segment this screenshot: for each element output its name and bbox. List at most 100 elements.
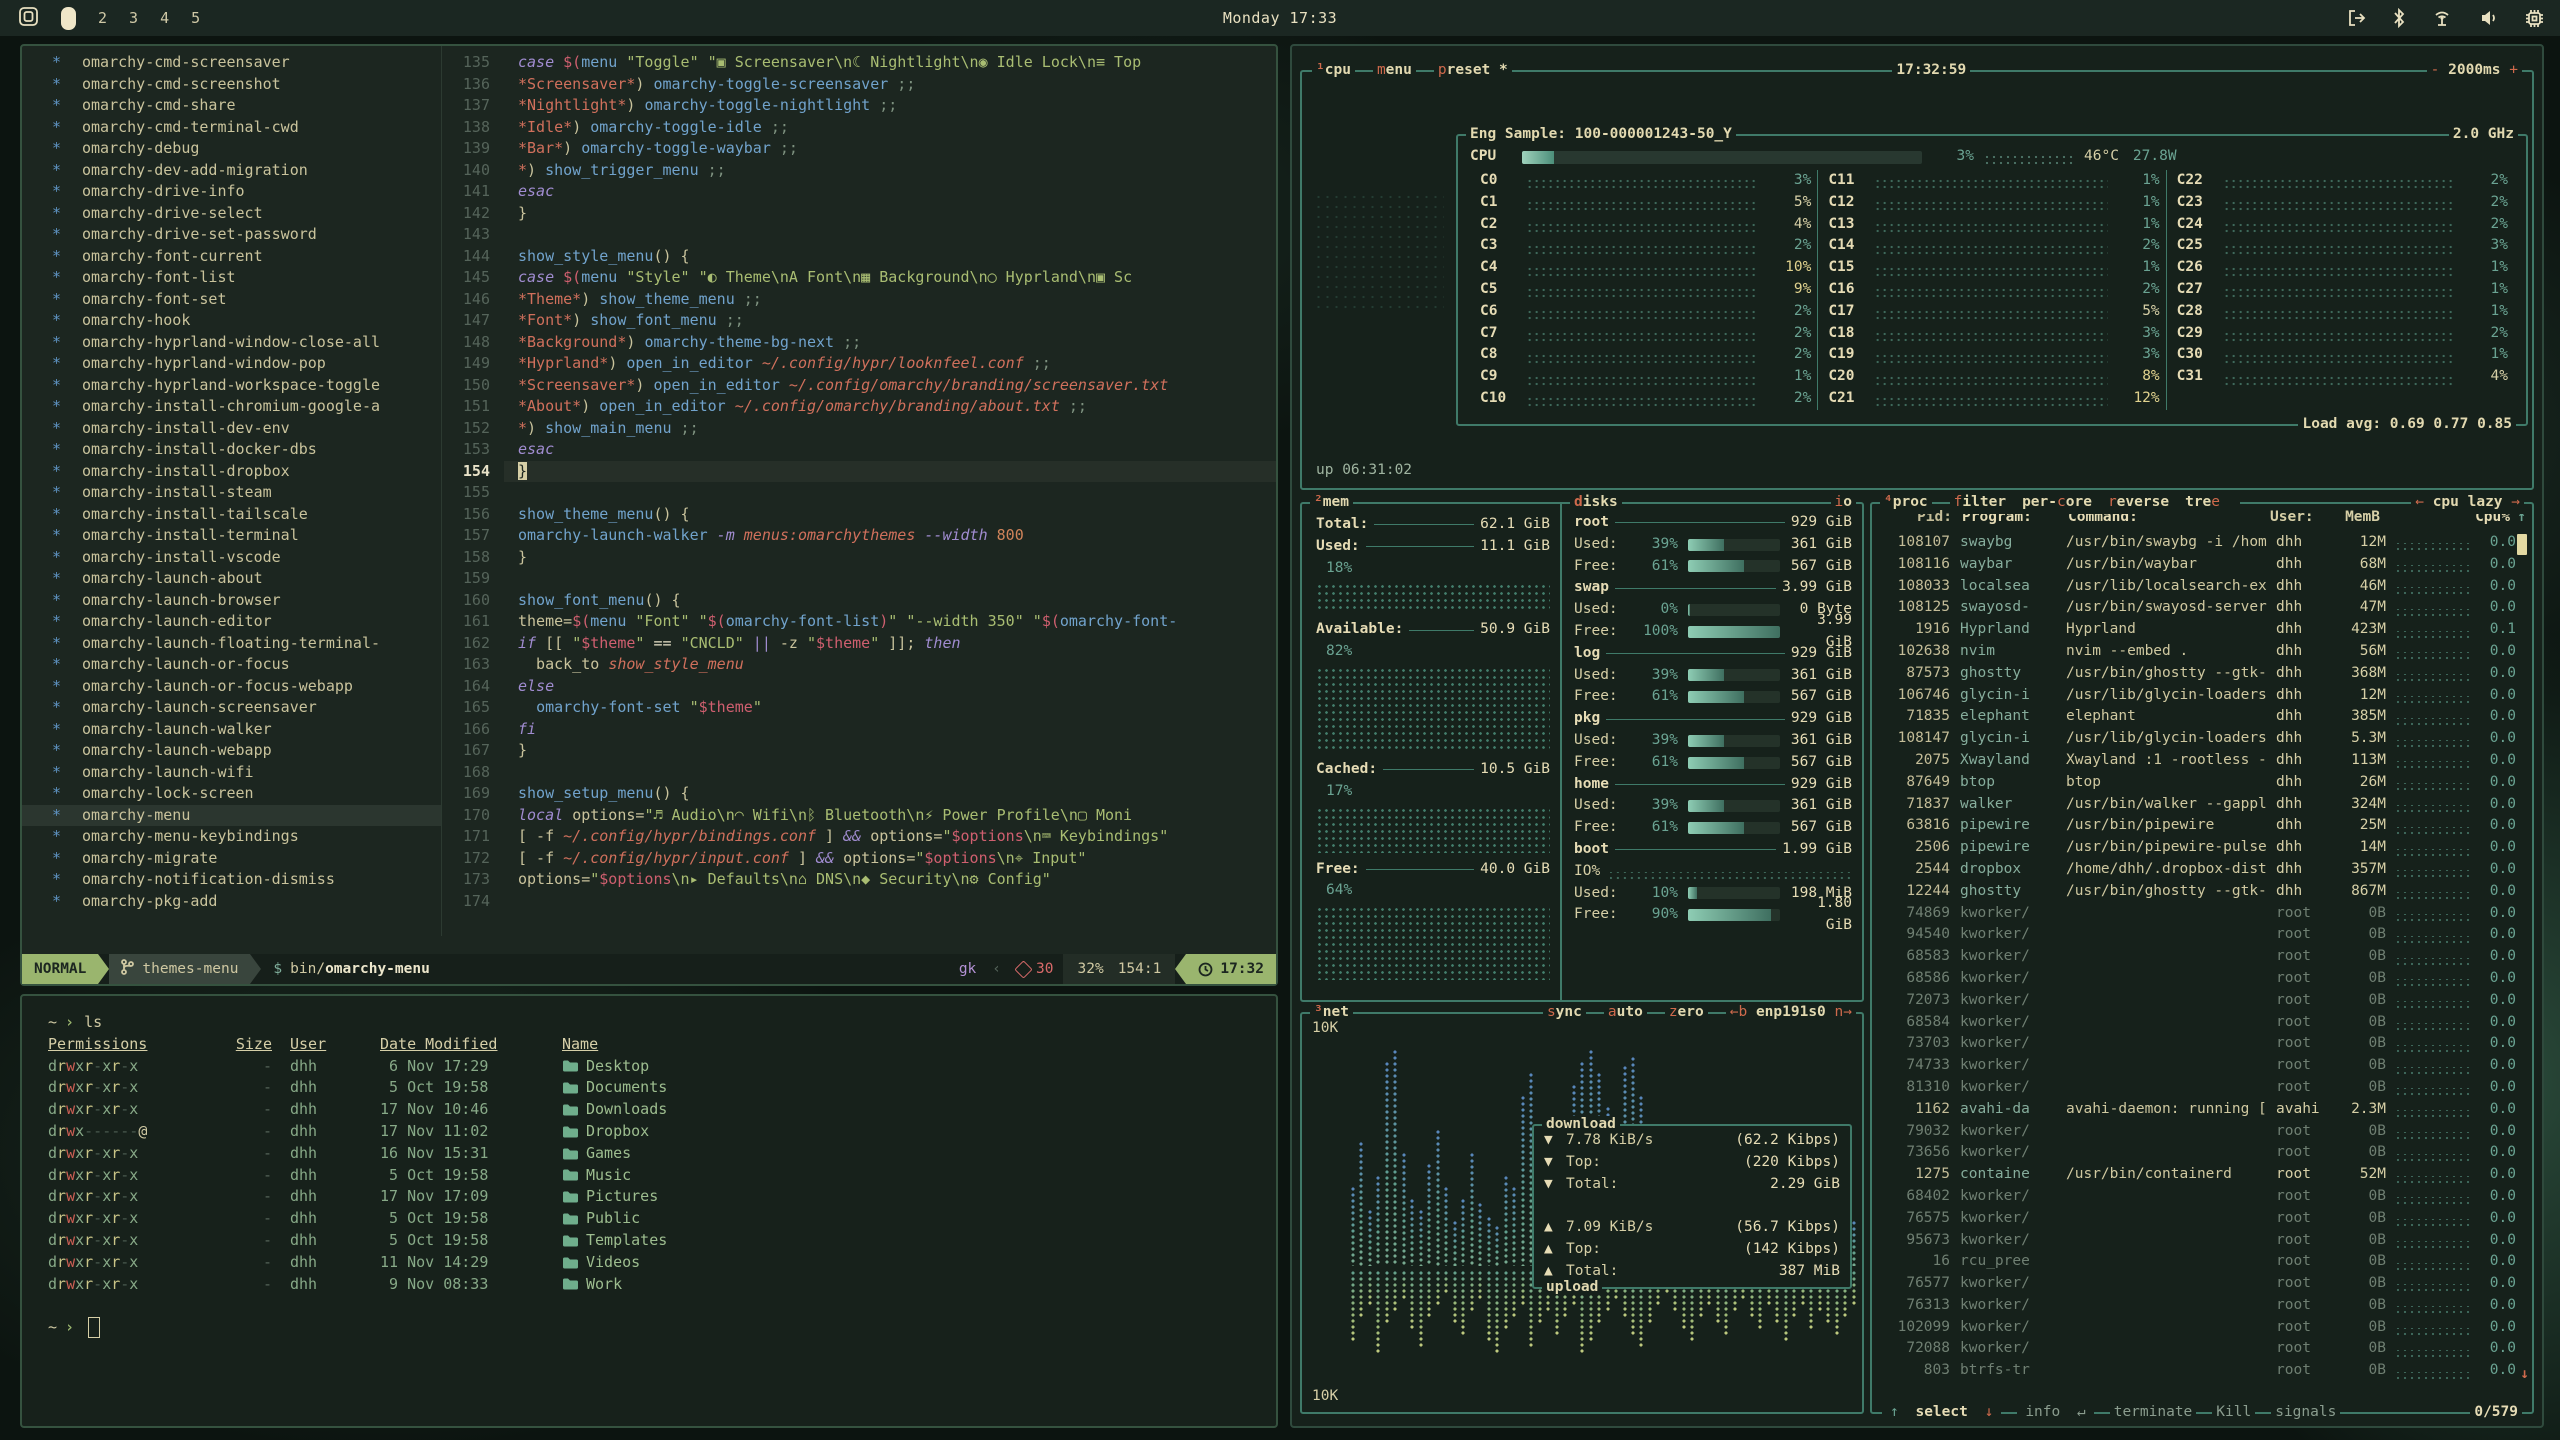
- proc-row[interactable]: 102099kworker/root0B0.0: [1876, 1317, 2516, 1339]
- proc-row[interactable]: 76575kworker/root0B0.0: [1876, 1208, 2516, 1230]
- volume-icon[interactable]: [2479, 9, 2499, 27]
- info-key[interactable]: info ↵: [2017, 1402, 2093, 1424]
- proc-row[interactable]: 63816pipewire/usr/bin/pipewiredhh25M0.0: [1876, 815, 2516, 837]
- file-list-item[interactable]: *omarchy-menu: [22, 805, 441, 827]
- proc-row[interactable]: 108116waybar/usr/bin/waybardhh68M0.0: [1876, 554, 2516, 576]
- file-list-item[interactable]: *omarchy-launch-or-focus-webapp: [22, 676, 441, 698]
- file-list-item[interactable]: *omarchy-font-current: [22, 246, 441, 268]
- proc-row[interactable]: 79032kworker/root0B0.0: [1876, 1121, 2516, 1143]
- proc-row[interactable]: 1162avahi-daavahi-daemon: running [avahi…: [1876, 1099, 2516, 1121]
- proc-row[interactable]: 72088kworker/root0B0.0: [1876, 1338, 2516, 1360]
- file-list-item[interactable]: *omarchy-launch-floating-terminal-: [22, 633, 441, 655]
- file-list-item[interactable]: *omarchy-launch-editor: [22, 611, 441, 633]
- file-list-item[interactable]: *omarchy-cmd-screensaver: [22, 52, 441, 74]
- btop-preset-button[interactable]: preset *: [1434, 60, 1512, 82]
- kill-key[interactable]: Kill: [2212, 1402, 2255, 1424]
- signals-key[interactable]: signals: [2271, 1402, 2340, 1424]
- disks-title[interactable]: disks: [1570, 492, 1622, 514]
- file-list-item[interactable]: *omarchy-drive-set-password: [22, 224, 441, 246]
- proc-row[interactable]: 81310kworker/root0B0.0: [1876, 1077, 2516, 1099]
- proc-row[interactable]: 68584kworker/root0B0.0: [1876, 1012, 2516, 1034]
- file-list-item[interactable]: *omarchy-hook: [22, 310, 441, 332]
- file-list-item[interactable]: *omarchy-launch-screensaver: [22, 697, 441, 719]
- bluetooth-icon[interactable]: [2393, 8, 2405, 28]
- proc-tabs[interactable]: filterper-corereversetree: [1950, 492, 2240, 514]
- cpu-box-title[interactable]: ¹cpu: [1312, 60, 1355, 82]
- proc-row[interactable]: 1275containe/usr/bin/containerdroot52M0.…: [1876, 1164, 2516, 1186]
- proc-box-title[interactable]: ⁴proc: [1880, 492, 1932, 514]
- file-list-item[interactable]: *omarchy-lock-screen: [22, 783, 441, 805]
- file-list-item[interactable]: *omarchy-dev-add-migration: [22, 160, 441, 182]
- process-list[interactable]: 108107swaybg/usr/bin/swaybg -i /homdhh12…: [1876, 532, 2516, 1388]
- file-list-item[interactable]: *omarchy-install-vscode: [22, 547, 441, 569]
- proc-scrollbar-thumb[interactable]: [2517, 534, 2527, 555]
- proc-row[interactable]: 1916HyprlandHyprlanddhh423M0.1: [1876, 619, 2516, 641]
- proc-row[interactable]: 95673kworker/root0B0.0: [1876, 1230, 2516, 1252]
- code-pane[interactable]: case $(menu "Toggle" "▣ Screensaver\n☾ N…: [504, 46, 1276, 936]
- file-list-item[interactable]: *omarchy-launch-wifi: [22, 762, 441, 784]
- proc-row[interactable]: 12244ghostty/usr/bin/ghostty --gtk-dhh86…: [1876, 881, 2516, 903]
- file-list-item[interactable]: *omarchy-cmd-screenshot: [22, 74, 441, 96]
- proc-row[interactable]: 16rcu_preeroot0B0.0: [1876, 1251, 2516, 1273]
- file-list-item[interactable]: *omarchy-pkg-add: [22, 891, 441, 913]
- proc-row[interactable]: 68586kworker/root0B0.0: [1876, 968, 2516, 990]
- proc-row[interactable]: 102638nvimnvim --embed .dhh56M0.0: [1876, 641, 2516, 663]
- file-list-item[interactable]: *omarchy-migrate: [22, 848, 441, 870]
- terminate-key[interactable]: terminate: [2110, 1402, 2197, 1424]
- file-list-item[interactable]: *omarchy-debug: [22, 138, 441, 160]
- file-list-item[interactable]: *omarchy-launch-about: [22, 568, 441, 590]
- file-list-item[interactable]: *omarchy-cmd-terminal-cwd: [22, 117, 441, 139]
- shell-prompt-line[interactable]: ~›: [48, 1317, 1276, 1339]
- file-list-item[interactable]: *omarchy-install-chromium-google-a: [22, 396, 441, 418]
- file-list-item[interactable]: *omarchy-launch-walker: [22, 719, 441, 741]
- terminal-window[interactable]: ~›ls Permissions Size User Date Modified…: [20, 994, 1278, 1428]
- file-list-item[interactable]: *omarchy-launch-browser: [22, 590, 441, 612]
- proc-row[interactable]: 74869kworker/root0B0.0: [1876, 903, 2516, 925]
- proc-row[interactable]: 76577kworker/root0B0.0: [1876, 1273, 2516, 1295]
- proc-row[interactable]: 106746glycin-i/usr/lib/glycin-loadersdhh…: [1876, 685, 2516, 707]
- proc-row[interactable]: 803btrfs-trroot0B0.0: [1876, 1360, 2516, 1382]
- file-list-item[interactable]: *omarchy-menu-keybindings: [22, 826, 441, 848]
- proc-row[interactable]: 68402kworker/root0B0.0: [1876, 1186, 2516, 1208]
- btop-menu-button[interactable]: menu: [1373, 60, 1416, 82]
- proc-row[interactable]: 73656kworker/root0B0.0: [1876, 1142, 2516, 1164]
- file-list-item[interactable]: *omarchy-install-dropbox: [22, 461, 441, 483]
- file-list-item[interactable]: *omarchy-drive-select: [22, 203, 441, 225]
- proc-row[interactable]: 108107swaybg/usr/bin/swaybg -i /homdhh12…: [1876, 532, 2516, 554]
- proc-row[interactable]: 87649btopbtopdhh26M0.0: [1876, 772, 2516, 794]
- proc-row[interactable]: 2075XwaylandXwayland :1 -rootless -dhh11…: [1876, 750, 2516, 772]
- proc-row[interactable]: 108147glycin-i/usr/lib/glycin-loadersdhh…: [1876, 728, 2516, 750]
- file-list-item[interactable]: *omarchy-font-set: [22, 289, 441, 311]
- file-list-item[interactable]: *omarchy-font-list: [22, 267, 441, 289]
- select-keys[interactable]: ↑ select ↓: [1882, 1402, 2001, 1424]
- file-list-item[interactable]: *omarchy-cmd-share: [22, 95, 441, 117]
- file-list-item[interactable]: *omarchy-hyprland-window-close-all: [22, 332, 441, 354]
- file-list-item[interactable]: *omarchy-install-tailscale: [22, 504, 441, 526]
- proc-row[interactable]: 76313kworker/root0B0.0: [1876, 1295, 2516, 1317]
- file-list-item[interactable]: *omarchy-launch-or-focus: [22, 654, 441, 676]
- proc-row[interactable]: 71835elephantelephantdhh385M0.0: [1876, 706, 2516, 728]
- proc-row[interactable]: 74733kworker/root0B0.0: [1876, 1055, 2516, 1077]
- file-list-item[interactable]: *omarchy-drive-info: [22, 181, 441, 203]
- proc-row[interactable]: 73703kworker/root0B0.0: [1876, 1033, 2516, 1055]
- proc-row[interactable]: 2544dropbox/home/dhh/.dropbox-distdhh357…: [1876, 859, 2516, 881]
- proc-row[interactable]: 2506pipewire/usr/bin/pipewire-pulsedhh14…: [1876, 837, 2516, 859]
- proc-row[interactable]: 87573ghostty/usr/bin/ghostty --gtk-dhh36…: [1876, 663, 2516, 685]
- logout-icon[interactable]: [2347, 9, 2367, 27]
- network-icon[interactable]: [2431, 9, 2453, 27]
- cpu-chip-icon[interactable]: [2525, 9, 2544, 28]
- update-interval-control[interactable]: - 2000ms +: [2427, 60, 2522, 82]
- proc-row[interactable]: 72073kworker/root0B0.0: [1876, 990, 2516, 1012]
- proc-row[interactable]: 94540kworker/root0B0.0: [1876, 924, 2516, 946]
- proc-row[interactable]: 108033localsea/usr/lib/localsearch-exdhh…: [1876, 576, 2516, 598]
- file-list-pane[interactable]: *omarchy-cmd-screensaver*omarchy-cmd-scr…: [22, 46, 442, 936]
- proc-row[interactable]: 108125swayosd-/usr/bin/swayosd-serverdhh…: [1876, 597, 2516, 619]
- mem-box-title[interactable]: ²mem: [1310, 492, 1353, 514]
- proc-row[interactable]: 71837walker/usr/bin/walker --gappldhh324…: [1876, 794, 2516, 816]
- file-list-item[interactable]: *omarchy-hyprland-workspace-toggle: [22, 375, 441, 397]
- file-list-item[interactable]: *omarchy-hyprland-window-pop: [22, 353, 441, 375]
- proc-sort-nav[interactable]: ← cpu lazy →: [2411, 492, 2524, 514]
- file-list-item[interactable]: *omarchy-install-steam: [22, 482, 441, 504]
- file-list-item[interactable]: *omarchy-install-dev-env: [22, 418, 441, 440]
- proc-row[interactable]: 68583kworker/root0B0.0: [1876, 946, 2516, 968]
